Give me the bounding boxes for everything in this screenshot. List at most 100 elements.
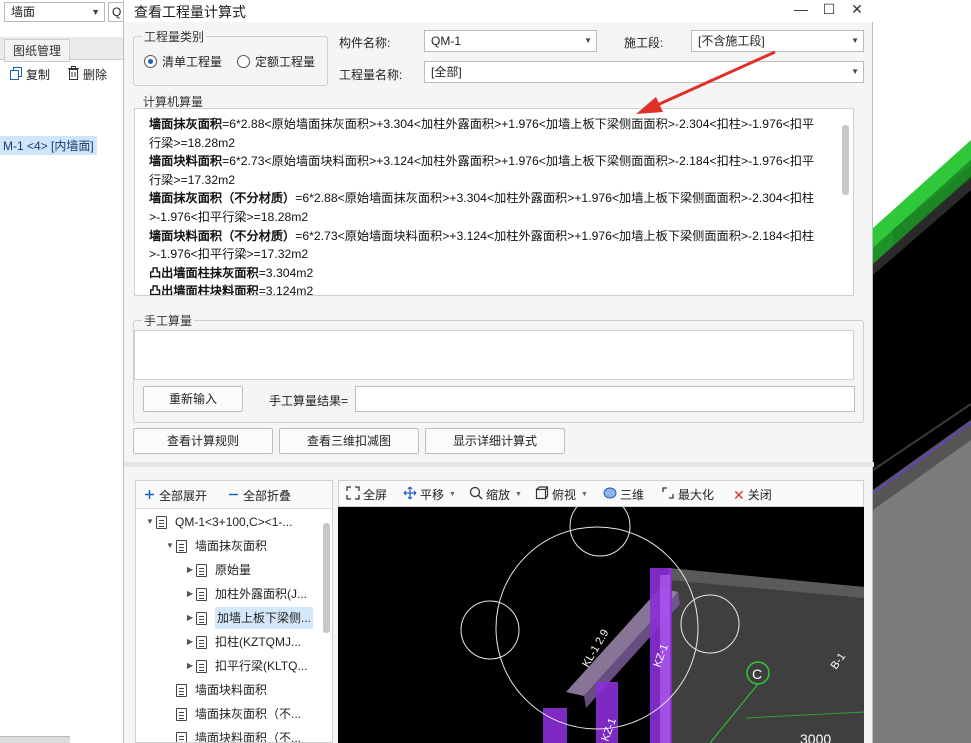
background-tab-bar: 图纸管理 bbox=[0, 37, 123, 62]
background-bottom-tab[interactable] bbox=[0, 736, 70, 743]
tree-node-label: QM-1<3+100,C><1-... bbox=[175, 515, 293, 529]
3d-deduction-viewer[interactable]: C KL-1 2.9 KZ-1 KZ-1 B-1 3000 全屏 平移 ▼ 缩放… bbox=[338, 480, 864, 743]
manual-result-field[interactable] bbox=[355, 386, 855, 412]
minimize-button[interactable]: — bbox=[786, 0, 816, 22]
zoom-button[interactable]: 缩放 ▼ bbox=[469, 486, 522, 503]
cube-icon bbox=[535, 486, 549, 503]
calc-line-formula: 行梁>=17.32m2 bbox=[149, 172, 236, 187]
calc-lines-container: 墙面抹灰面积=6*2.88<原始墙面抹灰面积>+3.304<加柱外露面积>+1.… bbox=[149, 115, 833, 296]
tree-node[interactable]: 墙面块料面积（不... bbox=[164, 727, 302, 743]
tree-node-label: 墙面抹灰面积（不... bbox=[195, 707, 302, 721]
calc-line: 凸出墙面柱抹灰面积=3.304m2 bbox=[149, 264, 833, 283]
construction-stage-combo[interactable]: [不含施工段] ▼ bbox=[691, 30, 864, 52]
collapse-all-button[interactable]: 全部折叠 bbox=[228, 487, 291, 504]
calc-line: >-1.976<扣平行梁>=17.32m2 bbox=[149, 245, 833, 264]
construction-stage-value: [不含施工段] bbox=[698, 34, 765, 48]
collapsed-triangle-icon[interactable]: ▶ bbox=[184, 583, 196, 605]
expanded-triangle-icon[interactable]: ▼ bbox=[144, 511, 156, 533]
quantity-name-combo[interactable]: [全部] ▼ bbox=[424, 61, 864, 83]
tree-node-label: 墙面块料面积（不... bbox=[195, 731, 302, 743]
dialog-titlebar: 查看工程量计算式 — ☐ ✕ bbox=[124, 0, 874, 22]
tree-node-label: 原始量 bbox=[215, 563, 252, 577]
tree-node[interactable]: 墙面抹灰面积（不... bbox=[164, 703, 301, 725]
calc-line-formula: >-1.976<扣平行梁>=17.32m2 bbox=[149, 247, 309, 262]
calc-line: 墙面抹灰面积（不分材质）=6*2.88<原始墙面抹灰面积>+3.304<加柱外露… bbox=[149, 189, 833, 208]
radio-bill-quantity[interactable]: 清单工程量 bbox=[144, 53, 222, 70]
dimension-label: 3000 bbox=[800, 731, 831, 743]
tree-scrollbar[interactable] bbox=[323, 523, 330, 633]
tree-node[interactable]: ▼ 墙面抹灰面积 bbox=[164, 535, 267, 557]
tree-node-label: 加墙上板下梁侧... bbox=[215, 607, 314, 629]
fullscreen-button[interactable]: 全屏 bbox=[346, 486, 387, 503]
document-list-icon bbox=[196, 635, 207, 649]
manual-calc-label: 手工算量 bbox=[142, 312, 195, 329]
tree-node[interactable]: ▶ 加墙上板下梁侧... bbox=[184, 607, 314, 629]
panel-divider[interactable] bbox=[124, 462, 874, 467]
background-toolbar: 复制 删除 bbox=[0, 62, 123, 88]
topview-button[interactable]: 俯视 ▼ bbox=[535, 486, 588, 503]
collapsed-triangle-icon[interactable]: ▶ bbox=[184, 631, 196, 653]
view-calc-rules-button[interactable]: 查看计算规则 bbox=[133, 428, 273, 454]
tree-node[interactable]: ▶ 加柱外露面积(J... bbox=[184, 583, 307, 605]
floor-type-combo[interactable]: 墙面 ▼ bbox=[4, 2, 105, 22]
document-list-icon bbox=[196, 587, 207, 601]
document-list-icon bbox=[156, 515, 167, 529]
chevron-down-icon: ▼ bbox=[581, 491, 588, 498]
close-view-button[interactable]: ✕ 关闭 bbox=[733, 486, 772, 503]
quantity-name-value: [全部] bbox=[431, 65, 462, 79]
calc-formula-dialog: 查看工程量计算式 — ☐ ✕ 工程量类别 清单工程量 定额工程量 构件名称: Q… bbox=[123, 0, 874, 743]
radio-quota-quantity[interactable]: 定额工程量 bbox=[237, 53, 315, 70]
show-detail-formula-button[interactable]: 显示详细计算式 bbox=[425, 428, 565, 454]
document-list-icon bbox=[196, 611, 207, 625]
calc-line-formula: 行梁>=18.28m2 bbox=[149, 135, 236, 150]
vertical-scrollbar[interactable] bbox=[842, 125, 849, 195]
expand-all-button[interactable]: 全部展开 bbox=[144, 487, 207, 504]
radio-quota-label: 定额工程量 bbox=[255, 55, 316, 69]
computer-calc-textarea[interactable]: 墙面抹灰面积=6*2.88<原始墙面抹灰面积>+3.304<加柱外露面积>+1.… bbox=[134, 108, 854, 296]
component-name-combo[interactable]: QM-1 ▼ bbox=[424, 30, 597, 52]
view-3d-deduction-button[interactable]: 查看三维扣减图 bbox=[279, 428, 419, 454]
background-tree-item[interactable]: M-1 <4> [内墙面] bbox=[0, 136, 97, 155]
tree-node[interactable]: ▶ 原始量 bbox=[184, 559, 251, 581]
pan-button[interactable]: 平移 ▼ bbox=[403, 486, 456, 503]
calc-line-formula: =3.124m2 bbox=[258, 284, 314, 296]
close-button[interactable]: ✕ bbox=[842, 0, 872, 22]
tab-drawing-management-label: 图纸管理 bbox=[13, 44, 62, 58]
tree-node[interactable]: 墙面块料面积 bbox=[164, 679, 267, 701]
reinput-button-label: 重新输入 bbox=[168, 392, 217, 406]
tree-node[interactable]: ▼ QM-1<3+100,C><1-... bbox=[144, 511, 292, 533]
collapsed-triangle-icon[interactable]: ▶ bbox=[184, 655, 196, 677]
tree-node[interactable]: ▶ 扣柱(KZTQMJ... bbox=[184, 631, 301, 653]
maximize-view-button[interactable]: 最大化 bbox=[661, 486, 714, 503]
calc-line: 行梁>=18.28m2 bbox=[149, 134, 833, 153]
tab-drawing-management[interactable]: 图纸管理 bbox=[4, 39, 71, 62]
collapse-all-icon bbox=[228, 489, 239, 503]
radio-bill-label: 清单工程量 bbox=[162, 55, 223, 69]
fullscreen-label: 全屏 bbox=[363, 488, 388, 502]
close-view-label: 关闭 bbox=[747, 488, 772, 502]
viewer-toolbar: 全屏 平移 ▼ 缩放 ▼ 俯视 ▼ 三维 最大化 ✕ 关闭 bbox=[338, 480, 864, 507]
tree-node[interactable]: ▶ 扣平行梁(KLTQ... bbox=[184, 655, 308, 677]
chevron-down-icon: ▼ bbox=[851, 67, 859, 76]
calc-line: >-1.976<扣平行梁>=18.28m2 bbox=[149, 208, 833, 227]
collapsed-triangle-icon[interactable]: ▶ bbox=[184, 607, 196, 629]
magnifier-icon bbox=[469, 486, 483, 503]
chevron-down-icon: ▼ bbox=[851, 36, 859, 45]
calc-line-item-name: 墙面抹灰面积（不分材质） bbox=[149, 191, 296, 206]
maximize-button[interactable]: ☐ bbox=[814, 0, 844, 22]
calc-line-formula: =6*2.88<原始墙面抹灰面积>+3.304<加柱外露面积>+1.976<加墙… bbox=[295, 191, 815, 206]
delete-button[interactable]: 删除 bbox=[67, 66, 107, 83]
manual-calc-input[interactable] bbox=[134, 330, 854, 380]
construction-stage-label: 施工段: bbox=[624, 36, 664, 50]
copy-button[interactable]: 复制 bbox=[10, 66, 50, 83]
calc-line: 凸出墙面柱块料面积=3.124m2 bbox=[149, 282, 833, 296]
3d-view-button[interactable]: 三维 bbox=[603, 486, 644, 503]
collapsed-triangle-icon[interactable]: ▶ bbox=[184, 559, 196, 581]
copy-label: 复制 bbox=[26, 68, 51, 82]
reinput-button[interactable]: 重新输入 bbox=[143, 386, 243, 412]
expanded-triangle-icon[interactable]: ▼ bbox=[164, 535, 176, 557]
document-list-icon bbox=[176, 683, 187, 697]
calc-line-formula: =6*2.73<原始墙面块料面积>+3.124<加柱外露面积>+1.976<加墙… bbox=[295, 228, 815, 243]
calc-line-item-name: 墙面块料面积（不分材质） bbox=[149, 228, 296, 243]
component-name-value: QM-1 bbox=[431, 34, 461, 48]
